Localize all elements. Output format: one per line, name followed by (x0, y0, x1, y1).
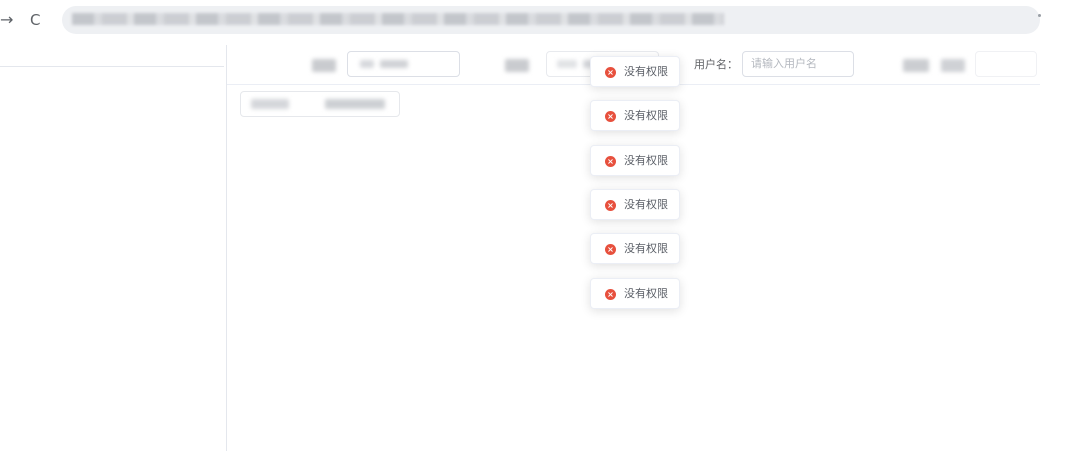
blurred-filter-label-3 (903, 59, 929, 72)
error-icon: × (605, 200, 616, 211)
error-toast: × 没有权限 (590, 100, 680, 131)
error-icon: × (605, 156, 616, 167)
blurred-filter-label (312, 59, 336, 72)
error-icon: × (605, 111, 616, 122)
error-toast: × 没有权限 (590, 233, 680, 264)
browser-toolbar: → C (0, 0, 1080, 42)
username-label: 用户名： (694, 58, 738, 71)
toast-message: 没有权限 (624, 65, 668, 78)
username-placeholder: 请输入用户名 (751, 57, 817, 70)
content-divider (226, 45, 227, 451)
reload-icon[interactable]: C (30, 10, 40, 30)
blurred-action-button[interactable] (240, 91, 400, 117)
toast-message: 没有权限 (624, 109, 668, 122)
error-toast: × 没有权限 (590, 278, 680, 309)
username-input[interactable]: 请输入用户名 (742, 51, 854, 77)
error-icon: × (605, 244, 616, 255)
blurred-filter-input[interactable] (347, 51, 460, 77)
toast-message: 没有权限 (624, 287, 668, 300)
error-toast: × 没有权限 (590, 189, 680, 220)
toast-message: 没有权限 (624, 154, 668, 167)
blurred-filter-label-3b (941, 59, 965, 72)
blurred-url (72, 13, 724, 25)
toast-message: 没有权限 (624, 198, 668, 211)
sidebar-divider (0, 66, 224, 67)
blurred-filter-label-2 (505, 59, 529, 72)
menu-dot-icon[interactable] (1038, 14, 1041, 17)
error-icon: × (605, 67, 616, 78)
forward-icon[interactable]: → (0, 10, 13, 30)
blurred-filter-input-3[interactable] (975, 51, 1037, 77)
error-icon: × (605, 289, 616, 300)
error-toast: × 没有权限 (590, 56, 680, 87)
sidebar-header (0, 42, 224, 66)
error-toast: × 没有权限 (590, 145, 680, 176)
toast-message: 没有权限 (624, 242, 668, 255)
